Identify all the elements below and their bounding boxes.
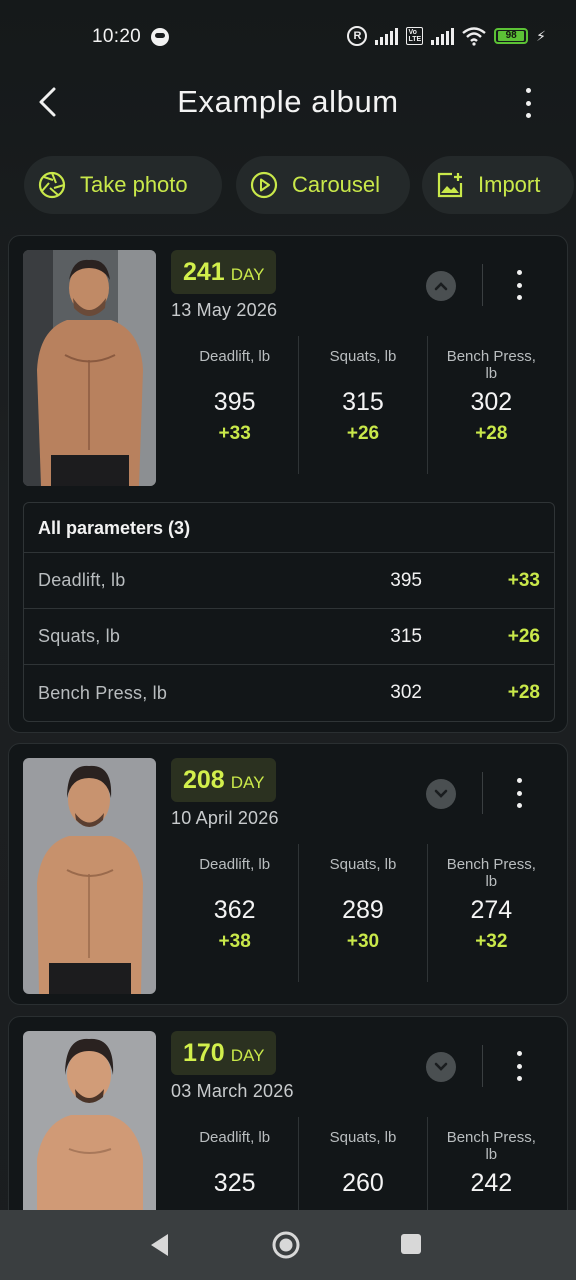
carousel-label: Carousel xyxy=(292,172,381,197)
day-label: DAY xyxy=(230,1046,265,1065)
play-circle-icon xyxy=(250,171,278,199)
registered-icon: R xyxy=(347,26,368,46)
import-label: Import xyxy=(478,172,541,197)
stat-label: Bench Press, lb xyxy=(446,856,536,890)
battery-icon: 98 xyxy=(494,28,529,44)
entry-date: 13 May 2026 xyxy=(171,300,278,320)
charging-icon: ⚡ xyxy=(536,27,546,44)
table-row[interactable]: Squats, lb 315 +26 xyxy=(24,609,554,665)
param-name: Deadlift, lb xyxy=(38,570,126,590)
stat-value: 302 xyxy=(470,388,513,416)
more-vertical-icon[interactable] xyxy=(513,778,525,808)
param-delta: +28 xyxy=(507,682,540,703)
import-button[interactable]: Import xyxy=(422,156,574,214)
table-row[interactable]: Bench Press, lb 302 +28 xyxy=(24,665,554,721)
param-value: 302 xyxy=(390,682,422,703)
stat-squats: Squats, lb 315 +26 xyxy=(298,336,426,474)
param-name: Squats, lb xyxy=(38,626,121,646)
day-number: 170 xyxy=(183,1039,225,1067)
chevron-down-icon[interactable] xyxy=(426,779,456,809)
stat-delta: +32 xyxy=(475,931,508,952)
progress-card[interactable]: 208 DAY 10 April 2026 Deadlift, lb 362 +… xyxy=(8,743,568,1005)
entry-date: 10 April 2026 xyxy=(171,808,279,828)
stat-label: Bench Press, lb xyxy=(446,348,536,382)
status-time: 10:20 xyxy=(92,26,142,47)
stat-label: Bench Press, lb xyxy=(446,1129,536,1163)
day-label: DAY xyxy=(230,773,265,792)
take-photo-label: Take photo xyxy=(80,172,188,197)
chevron-up-icon[interactable] xyxy=(426,271,456,301)
stat-delta: +28 xyxy=(475,423,508,444)
stats-summary: Deadlift, lb 362 +38 Squats, lb 289 +30 … xyxy=(171,844,555,982)
divider xyxy=(482,1045,483,1087)
take-photo-button[interactable]: Take photo xyxy=(24,156,222,214)
stat-value: 274 xyxy=(470,896,513,924)
stat-delta: +26 xyxy=(346,423,380,444)
divider xyxy=(482,264,483,306)
entry-date: 03 March 2026 xyxy=(171,1081,294,1101)
parameters-table: All parameters (3) Deadlift, lb 395 +33 … xyxy=(23,502,555,722)
day-number: 208 xyxy=(183,766,225,794)
param-value: 395 xyxy=(390,569,422,591)
parameters-title: All parameters (3) xyxy=(24,503,554,553)
progress-photo[interactable] xyxy=(23,250,156,486)
stat-deadlift: Deadlift, lb 362 +38 xyxy=(171,844,298,982)
recents-square-icon[interactable] xyxy=(399,1232,423,1256)
system-navigation-bar xyxy=(0,1210,576,1280)
more-vertical-icon[interactable] xyxy=(513,1051,525,1081)
stat-label: Deadlift, lb xyxy=(199,1129,271,1146)
day-badge: 208 DAY xyxy=(171,758,277,802)
divider xyxy=(482,772,483,814)
stat-delta: +38 xyxy=(218,931,251,952)
day-badge: 170 DAY xyxy=(171,1031,277,1075)
stat-label: Squats, lb xyxy=(329,1129,397,1146)
stats-summary: Deadlift, lb 395 +33 Squats, lb 315 +26 … xyxy=(171,336,555,474)
stat-value: 395 xyxy=(213,388,256,416)
param-delta: +33 xyxy=(507,569,540,591)
home-circle-icon[interactable] xyxy=(271,1230,301,1260)
more-vertical-icon[interactable] xyxy=(513,270,525,300)
stat-label: Deadlift, lb xyxy=(199,856,271,873)
aperture-icon xyxy=(38,171,66,199)
stat-bench-press: Bench Press, lb 302 +28 xyxy=(426,336,555,474)
progress-photo[interactable] xyxy=(23,758,156,994)
stat-delta: +33 xyxy=(218,423,251,444)
day-badge: 241 DAY xyxy=(171,250,277,294)
back-triangle-icon[interactable] xyxy=(148,1232,172,1258)
stat-label: Deadlift, lb xyxy=(199,348,271,365)
stat-deadlift: Deadlift, lb 395 +33 xyxy=(171,336,298,474)
table-row[interactable]: Deadlift, lb 395 +33 xyxy=(24,553,554,609)
stat-bench-press: Bench Press, lb 274 +32 xyxy=(426,844,555,982)
param-name: Bench Press, lb xyxy=(38,682,168,703)
status-icons: R Vo LTE 98 ⚡ xyxy=(347,26,546,46)
stat-label: Squats, lb xyxy=(329,856,397,873)
day-number: 241 xyxy=(183,258,225,286)
status-bar: 10:20 R Vo LTE 98 ⚡ xyxy=(0,0,576,76)
signal-icon-2 xyxy=(431,27,455,45)
notification-icon xyxy=(151,28,169,46)
stat-squats: Squats, lb 289 +30 xyxy=(298,844,426,982)
more-vertical-icon[interactable] xyxy=(518,88,538,118)
param-value: 315 xyxy=(390,625,422,647)
image-plus-icon xyxy=(437,172,463,198)
param-delta: +26 xyxy=(507,625,540,647)
stat-value: 289 xyxy=(342,896,384,924)
day-label: DAY xyxy=(230,265,265,284)
battery-level: 98 xyxy=(498,31,525,41)
stat-value: 315 xyxy=(342,388,384,416)
wifi-icon xyxy=(462,27,486,46)
progress-card[interactable]: 241 DAY 13 May 2026 Deadlift, lb 395 +33… xyxy=(8,235,568,733)
page-title: Example album xyxy=(177,84,399,119)
stat-value: 325 xyxy=(213,1169,256,1197)
chevron-down-icon[interactable] xyxy=(426,1052,456,1082)
stat-delta: +30 xyxy=(346,931,380,952)
signal-icon xyxy=(375,27,399,45)
stat-value: 362 xyxy=(213,896,256,924)
volte-icon: Vo LTE xyxy=(406,27,424,45)
stat-value: 260 xyxy=(342,1169,384,1197)
stat-value: 242 xyxy=(470,1169,513,1197)
carousel-button[interactable]: Carousel xyxy=(236,156,410,214)
stat-label: Squats, lb xyxy=(329,348,397,365)
